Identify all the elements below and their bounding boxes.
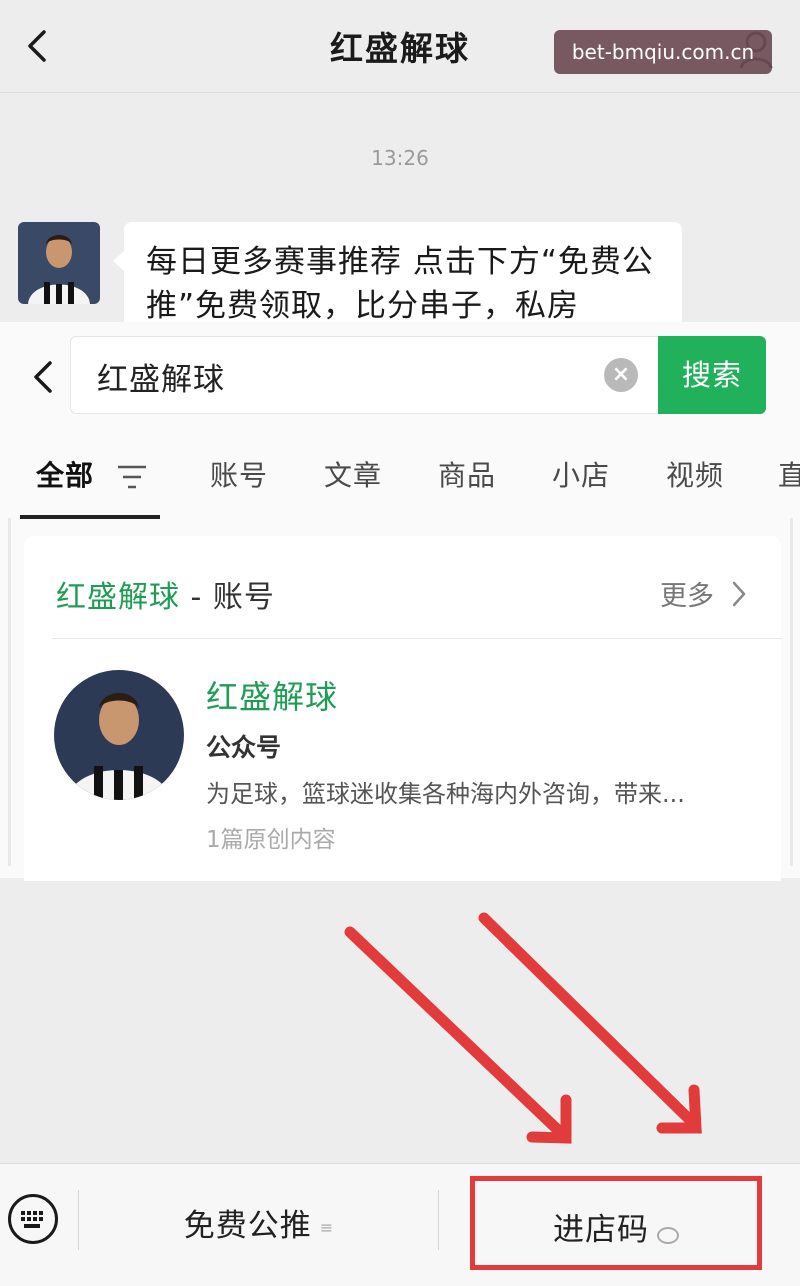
tab-products[interactable]: 商品 bbox=[438, 454, 496, 494]
card-edge bbox=[8, 518, 11, 866]
speech-bubble-icon bbox=[657, 1227, 679, 1244]
bottom-menu-bar: 免费公推 ≡ 进店码 bbox=[0, 1163, 800, 1286]
watermark: bet-bmqiu.com.cn bbox=[554, 30, 772, 74]
account-avatar[interactable] bbox=[54, 670, 184, 800]
chat-header: 红盛解球 bet-bmqiu.com.cn bbox=[0, 0, 800, 93]
tab-all[interactable]: 全部 bbox=[36, 454, 94, 494]
divider bbox=[52, 638, 782, 639]
clear-icon[interactable]: × bbox=[604, 358, 638, 392]
keyboard-toggle-icon[interactable] bbox=[8, 1194, 58, 1244]
active-tab-indicator bbox=[20, 515, 160, 519]
tab-live[interactable]: 直 bbox=[778, 454, 800, 494]
menu-separator bbox=[78, 1190, 79, 1250]
message-text: 每日更多赛事推荐 点击下方“免费公推”免费领取，比分串子，私房 bbox=[146, 244, 654, 324]
card-title-highlight: 红盛解球 bbox=[56, 580, 180, 615]
menu-store-code-label: 进店码 bbox=[553, 1212, 649, 1248]
card-title: 红盛解球 - 账号 bbox=[56, 572, 275, 616]
search-tabs: 全部 账号 文章 商品 小店 视频 直 bbox=[0, 432, 800, 519]
message-timestamp: 13:26 bbox=[371, 146, 429, 170]
filter-icon[interactable] bbox=[116, 464, 148, 490]
menu-separator bbox=[438, 1190, 439, 1250]
more-link[interactable]: 更多 bbox=[660, 574, 714, 613]
search-button[interactable]: 搜索 bbox=[658, 336, 766, 414]
account-description: 为足球，篮球迷收集各种海内外咨询，带来... bbox=[206, 780, 685, 808]
search-back-icon[interactable] bbox=[30, 357, 58, 397]
sender-avatar[interactable] bbox=[18, 222, 100, 304]
account-stats: 1篇原创内容 bbox=[206, 827, 336, 853]
menu-store-code[interactable]: 进店码 bbox=[470, 1176, 762, 1270]
submenu-lines-icon: ≡ bbox=[319, 1218, 335, 1237]
search-input[interactable]: 红盛解球 × bbox=[70, 336, 660, 414]
tab-articles[interactable]: 文章 bbox=[324, 454, 382, 494]
search-panel: 红盛解球 × 搜索 全部 账号 文章 商品 小店 视频 直 红盛解球 - 账号 … bbox=[0, 322, 800, 881]
account-type: 公众号 bbox=[206, 733, 282, 762]
card-edge bbox=[790, 518, 793, 866]
search-query-text: 红盛解球 bbox=[97, 362, 225, 398]
tab-accounts[interactable]: 账号 bbox=[210, 454, 268, 494]
card-title-suffix: - 账号 bbox=[180, 580, 275, 615]
tab-videos[interactable]: 视频 bbox=[666, 454, 724, 494]
account-name[interactable]: 红盛解球 bbox=[206, 672, 338, 718]
menu-free-tips[interactable]: 免费公推 ≡ bbox=[80, 1200, 438, 1245]
menu-free-tips-label: 免费公推 bbox=[183, 1208, 312, 1244]
account-result-card: 红盛解球 - 账号 更多 红盛解球 公众号 为足球，篮球迷收集各种海内外咨询，带… bbox=[24, 536, 782, 881]
tab-shops[interactable]: 小店 bbox=[552, 454, 610, 494]
chevron-right-icon[interactable] bbox=[730, 580, 748, 608]
